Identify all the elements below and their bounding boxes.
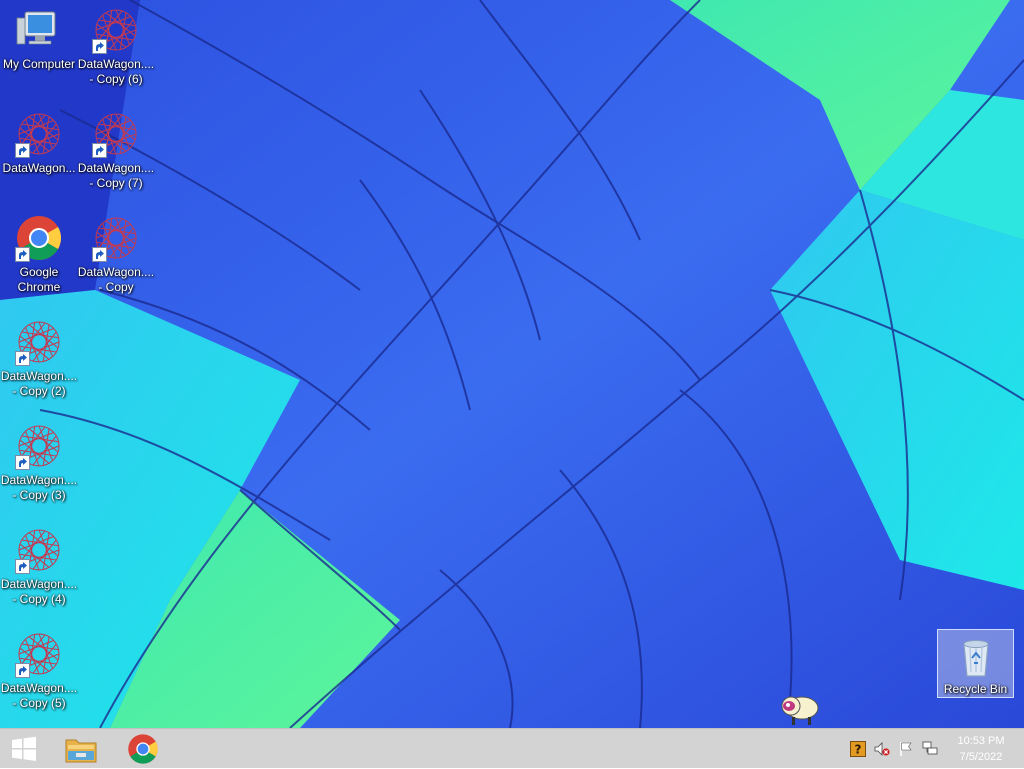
datawagon-icon — [15, 422, 63, 470]
computer-icon — [15, 6, 63, 54]
network-icon[interactable] — [922, 741, 938, 757]
speaker-muted-icon[interactable] — [874, 741, 890, 757]
taskbar-chrome-button[interactable] — [120, 729, 166, 769]
datawagon-icon — [15, 110, 63, 158]
shortcut-arrow-icon — [15, 559, 30, 574]
desktop-icon-label: Google Chrome — [17, 265, 61, 294]
desktop-icon-datawagon-copy-3[interactable]: DataWagon.... - Copy (3) — [0, 416, 78, 512]
shortcut-arrow-icon — [92, 39, 107, 54]
desktop-icon-google-chrome[interactable]: Google Chrome — [0, 208, 78, 304]
desktop-icon-label: DataWagon.... - Copy (6) — [77, 57, 155, 86]
shortcut-arrow-icon — [15, 455, 30, 470]
desktop-icon-datawagon-copy-7[interactable]: DataWagon.... - Copy (7) — [77, 104, 155, 200]
desktop-icon-datawagon[interactable]: DataWagon... — [0, 104, 78, 200]
desktop-icon-label: My Computer — [2, 57, 76, 71]
desktop-icon-label: DataWagon.... - Copy (4) — [0, 577, 78, 606]
desktop[interactable]: My Computer DataWagon.... - Copy (6) Dat… — [0, 0, 1024, 728]
datawagon-icon — [92, 214, 140, 262]
shortcut-arrow-icon — [15, 351, 30, 366]
desktop-icon-label: DataWagon... — [2, 161, 76, 175]
windows-logo-icon — [12, 736, 36, 761]
shortcut-arrow-icon — [15, 247, 30, 262]
desktop-icon-datawagon-copy-4[interactable]: DataWagon.... - Copy (4) — [0, 520, 78, 616]
desktop-icon-label: DataWagon.... - Copy (3) — [0, 473, 78, 502]
datawagon-icon — [15, 318, 63, 366]
chrome-icon — [128, 734, 158, 764]
taskbar: ? 10:53 PM 7/5/2022 — [0, 728, 1024, 768]
desktop-icon-label: DataWagon.... - Copy — [77, 265, 155, 294]
taskbar-clock[interactable]: 10:53 PM 7/5/2022 — [946, 733, 1016, 765]
desktop-icon-my-computer[interactable]: My Computer — [0, 0, 78, 96]
datawagon-icon — [92, 6, 140, 54]
desktop-icon-label: DataWagon.... - Copy (2) — [0, 369, 78, 398]
datawagon-icon — [15, 526, 63, 574]
shortcut-arrow-icon — [15, 663, 30, 678]
desktop-icon-datawagon-copy-5[interactable]: DataWagon.... - Copy (5) — [0, 624, 78, 720]
datawagon-icon — [92, 110, 140, 158]
recycle-bin-icon — [952, 632, 1000, 680]
chrome-icon — [15, 214, 63, 262]
datawagon-icon — [15, 630, 63, 678]
desktop-sheep-pet-icon[interactable] — [778, 688, 820, 728]
taskbar-file-explorer-button[interactable] — [58, 729, 104, 769]
desktop-icon-datawagon-copy-2[interactable]: DataWagon.... - Copy (2) — [0, 312, 78, 408]
clock-date: 7/5/2022 — [959, 751, 1003, 763]
desktop-icon-label: DataWagon.... - Copy (7) — [77, 161, 155, 190]
desktop-icon-datawagon-copy-6[interactable]: DataWagon.... - Copy (6) — [77, 0, 155, 96]
svg-text:?: ? — [855, 743, 862, 757]
start-button[interactable] — [0, 729, 48, 769]
shortcut-arrow-icon — [92, 143, 107, 158]
recycle-bin-icon-selected[interactable]: Recycle Bin — [937, 629, 1014, 698]
desktop-icon-datawagon-copy[interactable]: DataWagon.... - Copy — [77, 208, 155, 304]
desktop-icon-label: DataWagon.... - Copy (5) — [0, 681, 78, 710]
shortcut-arrow-icon — [92, 247, 107, 262]
clock-time: 10:53 PM — [957, 735, 1005, 747]
action-center-flag-icon[interactable] — [898, 741, 914, 757]
folder-icon — [65, 739, 97, 763]
help-icon[interactable]: ? — [850, 741, 866, 757]
shortcut-arrow-icon — [15, 143, 30, 158]
recycle-bin-label: Recycle Bin — [943, 682, 1008, 696]
